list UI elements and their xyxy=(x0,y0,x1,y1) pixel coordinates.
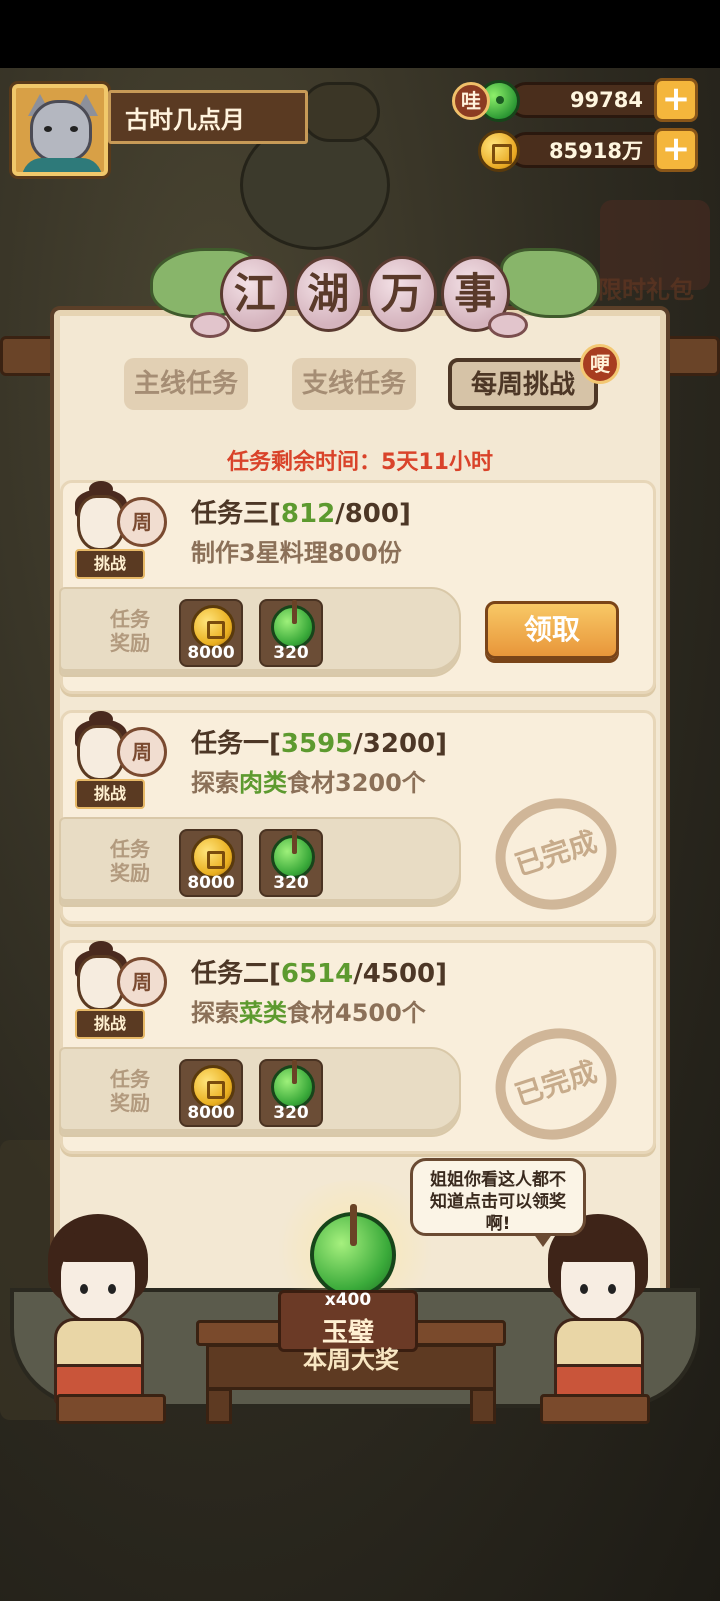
task-card: 周 挑战 任务一[3595/3200] 探索肉类食材3200个 任务奖励 800… xyxy=(59,710,656,926)
week-icon: 周 xyxy=(117,727,167,777)
task-description: 探索菜类食材4500个 xyxy=(191,999,426,1027)
completed-stamp: 已完成 xyxy=(480,1012,632,1156)
weekly-prize-label: 本周大奖 xyxy=(303,1346,399,1374)
table-leg xyxy=(470,1388,496,1424)
jade-currency: 99784 + xyxy=(478,78,700,122)
reward-coin: 8000 xyxy=(179,829,243,897)
coin-icon xyxy=(478,130,520,172)
stool xyxy=(540,1394,650,1424)
tab-side-quests[interactable]: 支线任务 xyxy=(292,358,416,410)
week-icon: 周 xyxy=(117,497,167,547)
reward-jade: 320 xyxy=(259,1059,323,1127)
avatar[interactable] xyxy=(12,84,108,176)
title-char: 江 xyxy=(220,256,290,332)
wolf-eye-icon xyxy=(44,126,52,132)
reward-scroll: 任务奖励 8000 320 xyxy=(59,587,461,677)
title-char: 湖 xyxy=(293,256,363,332)
add-jade-button[interactable]: + xyxy=(654,78,698,122)
tab-main-quests[interactable]: 主线任务 xyxy=(124,358,248,410)
jade-bi-icon[interactable] xyxy=(310,1204,396,1298)
girl-character-left xyxy=(44,1214,154,1424)
panel-title: 江 湖 万 事 xyxy=(220,256,510,338)
speech-bubble: 姐姐你看这人都不知道点击可以领奖啊! xyxy=(410,1158,586,1247)
wa-badge: 哇 xyxy=(452,82,490,120)
add-coin-button[interactable]: + xyxy=(654,128,698,172)
wolf-face-icon xyxy=(30,100,92,162)
challenge-character-icon: 周 挑战 xyxy=(71,941,167,1039)
challenge-tag: 挑战 xyxy=(75,549,145,579)
reward-label: 任务奖励 xyxy=(110,837,150,885)
task-card: 周 挑战 任务二[6514/4500] 探索菜类食材4500个 任务奖励 800… xyxy=(59,940,656,1156)
challenge-character-icon: 周 挑战 xyxy=(71,481,167,579)
reward-scroll: 任务奖励 8000 320 xyxy=(59,1047,461,1137)
coin-currency: 85918万 + xyxy=(478,128,700,172)
week-icon: 周 xyxy=(117,957,167,1007)
cloud-puff-icon xyxy=(190,312,230,338)
challenge-character-icon: 周 挑战 xyxy=(71,711,167,809)
remaining-time: 任务剩余时间：5天11小时 xyxy=(227,450,493,475)
reward-coin: 8000 xyxy=(179,599,243,667)
player-name: 古时几点月 xyxy=(108,90,308,144)
task-description: 制作3星料理800份 xyxy=(191,539,402,567)
challenge-tag: 挑战 xyxy=(75,1009,145,1039)
title-char: 万 xyxy=(367,256,437,332)
task-description: 探索肉类食材3200个 xyxy=(191,769,426,797)
challenge-tag: 挑战 xyxy=(75,779,145,809)
task-card: 周 挑战 任务三[812/800] 制作3星料理800份 任务奖励 8000 3… xyxy=(59,480,656,694)
reward-scroll: 任务奖励 8000 320 xyxy=(59,817,461,907)
weekly-prize-count: x400 xyxy=(324,1290,372,1310)
stool xyxy=(56,1394,166,1424)
cloud-puff-icon xyxy=(488,312,528,338)
claim-button[interactable]: 领取 xyxy=(485,601,619,659)
background-gift-label: 限时礼包 xyxy=(598,276,694,304)
reward-label: 任务奖励 xyxy=(110,607,150,655)
task-title: 任务三[812/800] xyxy=(191,499,411,529)
completed-stamp: 已完成 xyxy=(480,782,632,926)
tab-notification-badge: 哽 xyxy=(580,344,620,384)
table-leg xyxy=(206,1388,232,1424)
wolf-eye-icon xyxy=(70,126,78,132)
reward-coin: 8000 xyxy=(179,1059,243,1127)
reward-label: 任务奖励 xyxy=(110,1067,150,1115)
girl-character-right xyxy=(544,1214,654,1424)
wolf-coat-icon xyxy=(22,158,102,172)
tab-weekly-challenge[interactable]: 每周挑战 xyxy=(448,358,598,410)
task-title: 任务二[6514/4500] xyxy=(191,959,448,989)
status-bar xyxy=(0,0,720,68)
reward-jade: 320 xyxy=(259,599,323,667)
reward-jade: 320 xyxy=(259,829,323,897)
background-lid xyxy=(300,82,380,142)
task-title: 任务一[3595/3200] xyxy=(191,729,448,759)
cabbage-leaf-icon xyxy=(500,248,600,318)
